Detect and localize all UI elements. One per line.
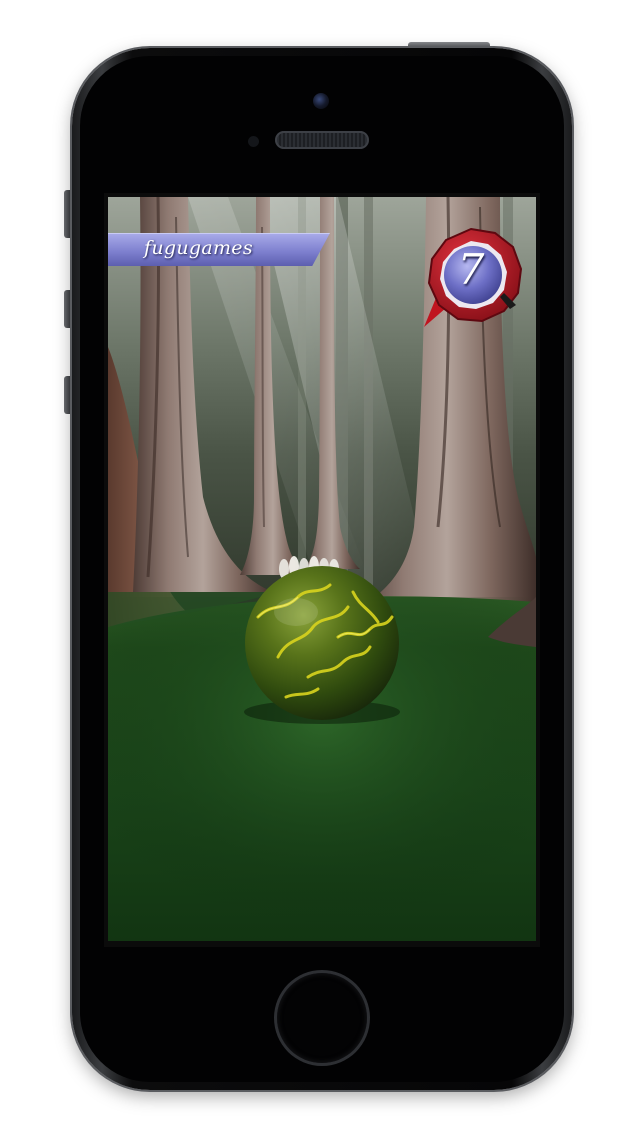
score-value: 7: [457, 245, 485, 294]
volume-up-button: [64, 290, 72, 328]
home-button[interactable]: [277, 973, 367, 1063]
front-camera: [313, 93, 329, 109]
earpiece-speaker: [275, 131, 369, 149]
game-viewport[interactable]: fugugames 7: [108, 197, 536, 941]
volume-down-button: [64, 376, 72, 414]
phone-screen: fugugames 7: [104, 193, 540, 947]
proximity-sensor: [248, 136, 259, 147]
page: fugugames 7: [0, 0, 640, 1136]
score-badge: 7: [424, 227, 528, 333]
player-name: fugugames: [144, 237, 253, 259]
mute-switch: [64, 190, 72, 238]
player-name-banner: fugugames: [108, 233, 330, 266]
